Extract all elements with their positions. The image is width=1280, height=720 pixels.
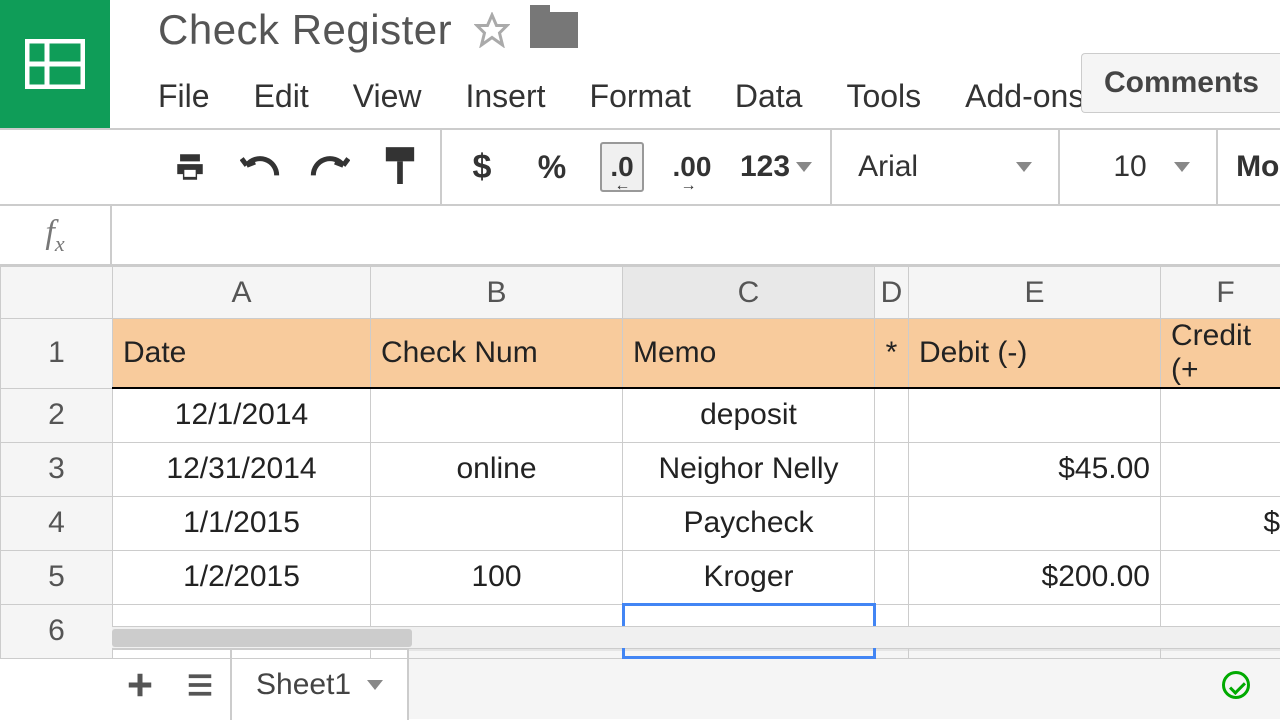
menu-file[interactable]: File [158, 78, 210, 115]
folder-icon[interactable] [530, 12, 578, 48]
document-title[interactable]: Check Register [158, 6, 452, 54]
number-format-button[interactable]: 123 [740, 142, 812, 192]
cell-C5[interactable]: Kroger [623, 550, 875, 604]
font-family-select[interactable]: Arial [850, 150, 1040, 184]
cell-C2[interactable]: deposit [623, 388, 875, 442]
sheet-tab-menu-icon[interactable] [367, 680, 383, 690]
column-header-C[interactable]: C [623, 267, 875, 319]
cell-A1[interactable]: Date [113, 319, 371, 389]
cell-E3[interactable]: $45.00 [909, 442, 1161, 496]
cell-F5[interactable] [1161, 550, 1280, 604]
toolbar: $ % .0← .00→ 123 Arial 10 Mo [0, 128, 1280, 206]
print-icon[interactable] [168, 142, 212, 192]
row-header-5[interactable]: 5 [1, 550, 113, 604]
cell-A2[interactable]: 12/1/2014 [113, 388, 371, 442]
cell-D1[interactable]: * [875, 319, 909, 389]
cell-F3[interactable] [1161, 442, 1280, 496]
formula-bar: fx [0, 206, 1280, 266]
cell-E1[interactable]: Debit (-) [909, 319, 1161, 389]
sheet-tab-strip [409, 649, 1280, 719]
fx-icon: fx [0, 214, 110, 257]
sheet-tab-label: Sheet1 [256, 668, 351, 702]
format-percent-button[interactable]: % [530, 142, 574, 192]
row-header-6[interactable]: 6 [1, 604, 113, 658]
star-icon[interactable] [474, 12, 510, 48]
menu-edit[interactable]: Edit [254, 78, 309, 115]
cell-A3[interactable]: 12/31/2014 [113, 442, 371, 496]
undo-icon[interactable] [238, 142, 282, 192]
menu-format[interactable]: Format [590, 78, 691, 115]
row-header-1[interactable]: 1 [1, 319, 113, 389]
cell-B5[interactable]: 100 [371, 550, 623, 604]
redo-icon[interactable] [308, 142, 352, 192]
menu-data[interactable]: Data [735, 78, 803, 115]
cell-F4[interactable]: $ [1161, 496, 1280, 550]
cell-B3[interactable]: online [371, 442, 623, 496]
cell-D3[interactable] [875, 442, 909, 496]
menu-insert[interactable]: Insert [465, 78, 545, 115]
select-all-corner[interactable] [1, 267, 113, 319]
row-header-2[interactable]: 2 [1, 388, 113, 442]
add-sheet-button[interactable] [110, 670, 170, 700]
horizontal-scrollbar[interactable] [112, 626, 1280, 648]
row-header-3[interactable]: 3 [1, 442, 113, 496]
cell-B4[interactable] [371, 496, 623, 550]
column-header-E[interactable]: E [909, 267, 1161, 319]
app-logo[interactable] [0, 0, 110, 128]
sheet-tab-bar: Sheet1 [0, 648, 1280, 720]
menu-tools[interactable]: Tools [846, 78, 921, 115]
spreadsheet-grid[interactable]: A B C D E F 1 Date Check Num Memo * Debi… [0, 266, 1280, 648]
increase-decimal-button[interactable]: .00→ [670, 142, 714, 192]
cell-C4[interactable]: Paycheck [623, 496, 875, 550]
column-header-B[interactable]: B [371, 267, 623, 319]
cell-B2[interactable] [371, 388, 623, 442]
comments-button[interactable]: Comments [1081, 53, 1280, 113]
saved-indicator-icon [1222, 671, 1250, 699]
row-header-4[interactable]: 4 [1, 496, 113, 550]
horizontal-scrollbar-thumb[interactable] [112, 629, 412, 647]
cell-C3[interactable]: Neighor Nelly [623, 442, 875, 496]
cell-D2[interactable] [875, 388, 909, 442]
cell-C1[interactable]: Memo [623, 319, 875, 389]
paint-format-icon[interactable] [378, 142, 422, 192]
all-sheets-button[interactable] [170, 670, 230, 700]
cell-E5[interactable]: $200.00 [909, 550, 1161, 604]
cell-D4[interactable] [875, 496, 909, 550]
cell-D5[interactable] [875, 550, 909, 604]
menu-view[interactable]: View [353, 78, 422, 115]
cell-F2[interactable] [1161, 388, 1280, 442]
sheets-icon [25, 39, 85, 89]
toolbar-more[interactable]: Mo [1218, 150, 1279, 184]
font-size-select[interactable]: 10 [1078, 150, 1198, 184]
formula-input[interactable] [110, 206, 1280, 264]
column-header-A[interactable]: A [113, 267, 371, 319]
cell-A5[interactable]: 1/2/2015 [113, 550, 371, 604]
column-header-D[interactable]: D [875, 267, 909, 319]
cell-E2[interactable] [909, 388, 1161, 442]
title-bar: Check Register File Edit View Insert For… [0, 0, 1280, 128]
decrease-decimal-button[interactable]: .0← [600, 142, 644, 192]
sheet-tab-sheet1[interactable]: Sheet1 [230, 650, 409, 720]
menu-addons[interactable]: Add-ons [965, 78, 1084, 115]
format-currency-button[interactable]: $ [460, 142, 504, 192]
column-header-F[interactable]: F [1161, 267, 1280, 319]
cell-A4[interactable]: 1/1/2015 [113, 496, 371, 550]
cell-E4[interactable] [909, 496, 1161, 550]
cell-F1[interactable]: Credit (+ [1161, 319, 1280, 389]
cell-B1[interactable]: Check Num [371, 319, 623, 389]
